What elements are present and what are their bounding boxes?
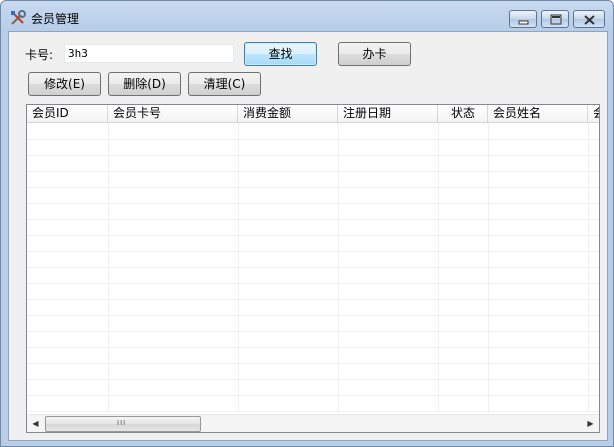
edit-button[interactable]: 修改(E): [28, 72, 101, 96]
member-management-window: 会员管理 卡号: 3h3 查找 办卡 修改(E) 删除(D) 清理(C) 会员I…: [0, 0, 614, 447]
grid-row-line: [27, 267, 599, 268]
issue-card-button[interactable]: 办卡: [338, 42, 411, 66]
horizontal-scrollbar[interactable]: ◀ III ▶: [27, 414, 599, 432]
member-grid[interactable]: 会员ID 会员卡号 消费金额 注册日期 状态 会员姓名 会 ◀ III ▶: [26, 104, 600, 433]
grid-row-line: [27, 203, 599, 204]
card-number-input[interactable]: 3h3: [64, 44, 234, 63]
grid-row-line: [27, 139, 599, 140]
grid-body[interactable]: [27, 123, 599, 413]
grid-row-line: [27, 299, 599, 300]
column-header-register-date[interactable]: 注册日期: [338, 105, 438, 122]
maximize-button[interactable]: [541, 10, 569, 28]
column-header-member-id[interactable]: 会员ID: [27, 105, 108, 122]
tools-icon: [11, 10, 26, 25]
grid-row-line: [27, 347, 599, 348]
grid-header: 会员ID 会员卡号 消费金额 注册日期 状态 会员姓名 会: [27, 105, 599, 123]
minimize-icon: [518, 20, 529, 25]
scroll-grip: III: [117, 419, 127, 427]
clear-button[interactable]: 清理(C): [188, 72, 261, 96]
grid-row-line: [27, 155, 599, 156]
delete-button[interactable]: 删除(D): [108, 72, 181, 96]
grid-column-line: [488, 123, 489, 413]
title-bar[interactable]: 会员管理: [1, 1, 613, 31]
scroll-right-arrow-icon[interactable]: ▶: [582, 415, 599, 432]
grid-column-line: [338, 123, 339, 413]
grid-column-line: [108, 123, 109, 413]
grid-row-line: [27, 171, 599, 172]
column-header-partial[interactable]: 会: [588, 105, 599, 122]
grid-row-line: [27, 363, 599, 364]
card-number-label: 卡号:: [25, 48, 54, 62]
grid-row-line: [27, 283, 599, 284]
column-header-status[interactable]: 状态: [438, 105, 488, 122]
close-icon: [584, 15, 595, 25]
grid-row-line: [27, 219, 599, 220]
grid-row-line: [27, 395, 599, 396]
column-header-card-number[interactable]: 会员卡号: [108, 105, 238, 122]
client-area: 卡号: 3h3 查找 办卡 修改(E) 删除(D) 清理(C) 会员ID 会员卡…: [8, 31, 608, 441]
grid-column-line: [238, 123, 239, 413]
grid-row-line: [27, 331, 599, 332]
scroll-left-arrow-icon[interactable]: ◀: [27, 415, 44, 432]
close-button[interactable]: [573, 10, 605, 28]
column-header-amount[interactable]: 消费金额: [238, 105, 338, 122]
grid-row-line: [27, 411, 599, 412]
grid-column-line: [588, 123, 589, 413]
grid-column-line: [438, 123, 439, 413]
grid-row-line: [27, 187, 599, 188]
minimize-button[interactable]: [509, 10, 537, 28]
grid-row-line: [27, 251, 599, 252]
scroll-thumb[interactable]: III: [45, 416, 201, 432]
grid-row-line: [27, 235, 599, 236]
maximize-icon: [550, 14, 562, 25]
find-button[interactable]: 查找: [244, 42, 317, 66]
grid-row-line: [27, 379, 599, 380]
window-title: 会员管理: [31, 12, 80, 26]
column-header-member-name[interactable]: 会员姓名: [488, 105, 588, 122]
grid-row-line: [27, 315, 599, 316]
